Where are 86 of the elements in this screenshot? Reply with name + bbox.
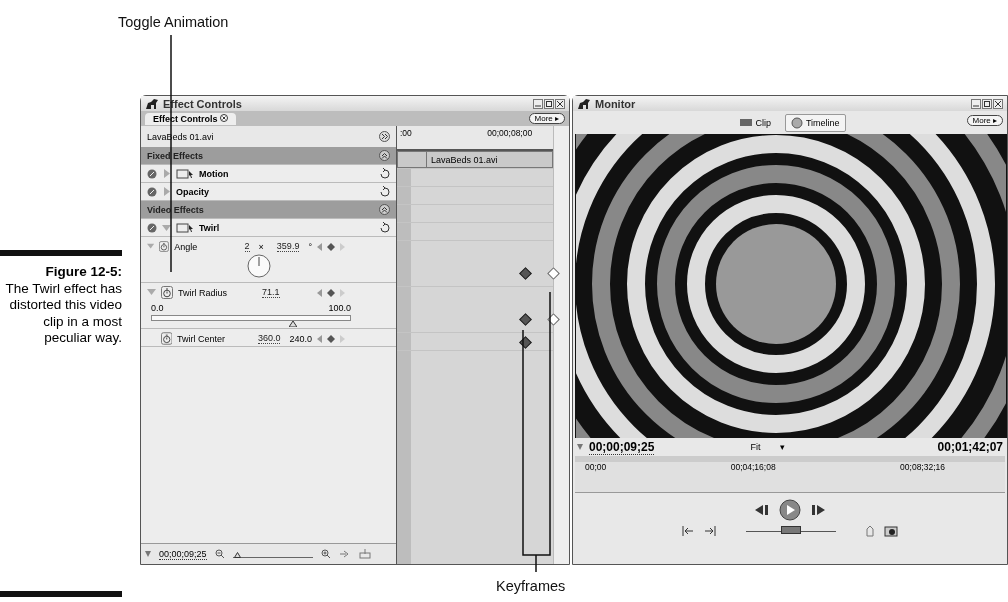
step-back-icon[interactable]	[755, 505, 769, 515]
play-button[interactable]	[779, 499, 801, 521]
reset-icon[interactable]	[380, 168, 390, 179]
fx-toggle-icon[interactable]	[147, 168, 157, 179]
maximize-icon[interactable]	[982, 98, 992, 109]
horse-icon	[577, 97, 591, 110]
shuttle-thumb[interactable]	[781, 526, 801, 534]
param-label: Twirl Radius	[178, 287, 228, 298]
add-keyframe-icon[interactable]	[327, 288, 335, 297]
show-timeline-icon[interactable]	[379, 131, 390, 142]
twirl-arrow-icon[interactable]	[162, 187, 171, 196]
twirl-arrow-icon[interactable]	[162, 169, 171, 178]
monitor-tab[interactable]: Clip	[734, 114, 777, 131]
param-value[interactable]: 360.0	[257, 333, 281, 344]
scroll-bar[interactable]	[553, 126, 569, 564]
more-button[interactable]: More ▸	[966, 115, 1003, 126]
close-icon[interactable]	[220, 113, 229, 122]
slider-thumb[interactable]	[233, 552, 241, 558]
ruler-label: 00;04;16;08	[730, 462, 776, 474]
stopwatch-icon[interactable]	[160, 332, 173, 345]
current-time[interactable]: 00;00;09;25	[159, 548, 207, 560]
zoom-dropdown[interactable]: Fit	[750, 442, 761, 452]
angle-dial[interactable]	[247, 254, 271, 278]
unit-label: °	[308, 241, 312, 252]
reel-icon	[790, 116, 803, 129]
zoom-slider[interactable]	[232, 549, 313, 559]
add-keyframe-icon[interactable]	[327, 242, 335, 251]
ruler-label: 00;08;32;16	[900, 462, 945, 474]
callout-label: Toggle Animation	[118, 14, 229, 30]
clip-name: LavaBeds 01.avi	[430, 154, 498, 165]
current-time[interactable]: 00;00;09;25	[589, 439, 655, 455]
minimize-icon[interactable]	[971, 98, 981, 109]
marker-icon[interactable]	[866, 525, 874, 537]
time-ruler[interactable]: :00 00;00;08;00	[397, 126, 554, 151]
callout-label: Keyframes	[496, 578, 566, 594]
marker-icon	[145, 551, 151, 557]
duration: 00;01;42;07	[937, 440, 1003, 454]
clip-bar[interactable]: LavaBeds 01.avi	[397, 151, 554, 168]
more-button[interactable]: More ▸	[528, 113, 565, 124]
keyframe-marker[interactable]	[519, 313, 532, 326]
minimize-icon[interactable]	[533, 98, 543, 109]
zoom-out-icon[interactable]	[214, 549, 225, 559]
caret-icon[interactable]: ▾	[780, 442, 786, 452]
stopwatch-icon[interactable]	[161, 286, 173, 299]
param-label: Angle	[174, 241, 199, 252]
radius-slider[interactable]	[151, 315, 351, 328]
param-label: Twirl Center	[177, 333, 227, 344]
camera-icon[interactable]	[884, 525, 898, 537]
film-icon	[740, 119, 753, 126]
figure-caption: Figure 12-5: The Twirl effect has distorted this video clip in a most peculiar way.	[4, 263, 122, 347]
zoom-in-icon[interactable]	[320, 549, 331, 559]
keyframe-marker[interactable]	[519, 267, 532, 280]
fx-toggle-icon[interactable]	[147, 186, 157, 197]
effect-name[interactable]: Opacity	[176, 186, 375, 197]
effect-name[interactable]: Twirl	[199, 222, 375, 233]
close-icon[interactable]	[555, 98, 565, 109]
unit-label: 240.0	[289, 333, 312, 344]
ruler-label: 00;00	[585, 462, 607, 474]
monitor-tab[interactable]: Timeline	[784, 113, 846, 132]
reset-icon[interactable]	[380, 186, 390, 197]
step-forward-icon[interactable]	[811, 505, 825, 515]
maximize-icon[interactable]	[544, 98, 554, 109]
add-keyframe-icon[interactable]	[327, 334, 335, 343]
slider-min-label: 0.0	[151, 303, 164, 313]
play-audio-icon[interactable]	[338, 549, 351, 559]
collapse-icon[interactable]	[379, 150, 390, 161]
time-ruler[interactable]: 00;00 00;04;16;08 00;08;32;16	[575, 456, 1005, 493]
close-icon[interactable]	[993, 98, 1003, 109]
panel-title: Monitor	[595, 97, 636, 110]
go-to-out-icon[interactable]	[704, 526, 716, 536]
param-value[interactable]: 71.1	[262, 287, 280, 298]
param-value[interactable]: 359.9	[276, 241, 300, 252]
slider-max-label: 100.0	[328, 303, 351, 313]
collapse-icon[interactable]	[379, 204, 390, 215]
fx-toggle-icon[interactable]	[147, 222, 157, 233]
effect-name[interactable]: Motion	[199, 168, 375, 179]
keyframe-marker[interactable]	[547, 267, 560, 280]
param-value[interactable]: 2	[244, 241, 250, 252]
twirl-arrow-icon[interactable]	[162, 223, 171, 232]
marker-icon	[577, 444, 583, 450]
shuttle-slider[interactable]	[746, 526, 836, 536]
unit-label: ×	[258, 241, 264, 252]
go-to-in-icon[interactable]	[682, 526, 694, 536]
reset-icon[interactable]	[380, 222, 390, 233]
stopwatch-icon[interactable]	[159, 240, 170, 253]
horse-icon	[145, 97, 159, 110]
